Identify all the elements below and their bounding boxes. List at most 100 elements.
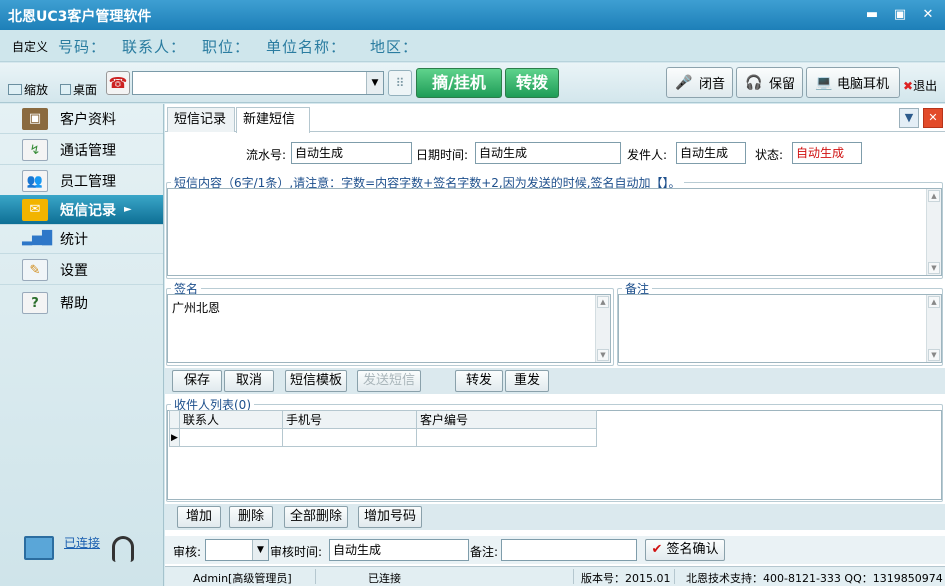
shrink-toggle[interactable]: 缩放 (8, 81, 48, 98)
column-header[interactable]: 客户编号 (416, 410, 597, 429)
keypad-icon[interactable]: ⠿ (388, 70, 412, 96)
sms-template-button[interactable]: 短信模板 (285, 370, 347, 392)
sidebar-item-calls[interactable]: ↯ 通话管理 (0, 135, 163, 165)
scroll-down-icon[interactable]: ▼ (597, 349, 609, 361)
transfer-button[interactable]: 转拨 (505, 68, 559, 98)
status-version: 版本号：2015.01 (581, 572, 671, 585)
company-label: 单位名称： (266, 38, 347, 56)
desktop-toggle[interactable]: 桌面 (60, 81, 97, 98)
exit-button[interactable]: ✖退出 (903, 77, 937, 94)
remark-scrollbar[interactable]: ▲ ▼ (926, 295, 941, 362)
sidebar: ▣ 客户资料 ↯ 通话管理 👥 员工管理 ✉ 短信记录 ► ▂▅█ 统计 ✎ 设… (0, 104, 164, 586)
sidebar-item-statistics[interactable]: ▂▅█ 统计 (0, 224, 163, 254)
sms-content-scrollbar[interactable]: ▲ ▼ (926, 189, 941, 275)
sender-field[interactable]: 自动生成 (676, 142, 746, 164)
delete-all-button[interactable]: 全部删除 (284, 506, 348, 528)
add-recipient-button[interactable]: 增加 (177, 506, 221, 528)
review-time-field[interactable]: 自动生成 (329, 539, 469, 561)
chevron-down-icon[interactable]: ▼ (252, 540, 268, 560)
exit-icon: ✖ (903, 79, 914, 93)
serial-label: 流水号: (246, 148, 287, 162)
close-icon[interactable]: ✕ (919, 6, 937, 24)
checkmark-icon: ✔ (651, 542, 663, 557)
maximize-icon[interactable]: ▣ (891, 6, 909, 24)
toolbar: 缩放 桌面 ☎ ▼ ⠿ 摘/挂机 转拨 🎤 闭音 🎧 保留 💻 电脑耳机 ✖退出 (0, 63, 945, 103)
resend-button[interactable]: 重发 (505, 370, 549, 392)
tab-sms-records[interactable]: 短信记录 (167, 107, 235, 132)
chevron-down-icon[interactable]: ▼ (366, 72, 383, 94)
phone-icon[interactable]: ☎ (106, 71, 130, 95)
mute-button[interactable]: 🎤 闭音 (666, 67, 733, 98)
tab-strip: 短信记录 新建短信 ▼ ✕ (165, 104, 945, 133)
forward-button[interactable]: 转发 (455, 370, 503, 392)
sidebar-item-settings[interactable]: ✎ 设置 (0, 255, 163, 285)
save-button[interactable]: 保存 (172, 370, 222, 392)
add-number-button[interactable]: 增加号码 (358, 506, 422, 528)
sms-content-input[interactable]: ▲ ▼ (167, 188, 942, 276)
dial-number-combo[interactable]: ▼ (132, 71, 384, 95)
shrink-icon (8, 84, 22, 95)
review-remark-field[interactable] (501, 539, 637, 561)
minimize-icon[interactable]: ▬ (863, 6, 881, 24)
signature-input[interactable]: 广州北恩 ▲ ▼ (167, 294, 611, 363)
mute-label: 闭音 (699, 77, 726, 92)
connection-label[interactable]: 已连接 (64, 534, 100, 551)
main-panel: 短信记录 新建短信 ▼ ✕ 流水号: 自动生成 日期时间: 自动生成 发件人: … (165, 104, 945, 566)
status-support: 北恩技术支持：400-8121-333 QQ：1319850974 (686, 572, 943, 585)
delete-recipient-button[interactable]: 删除 (229, 506, 273, 528)
connection-indicator[interactable]: 已连接 (24, 534, 134, 568)
sidebar-item-help[interactable]: ? 帮助 (0, 288, 163, 318)
sidebar-item-label: 帮助 (60, 296, 88, 312)
signature-scrollbar[interactable]: ▲ ▼ (595, 295, 610, 362)
row-pointer-icon: ▶ (169, 428, 180, 447)
window-title: 北恩UC3客户管理软件 (8, 9, 152, 25)
dial-number-value (133, 76, 137, 90)
close-tab-icon[interactable]: ✕ (923, 108, 943, 128)
serial-field[interactable]: 自动生成 (291, 142, 412, 164)
exit-label: 退出 (913, 79, 938, 93)
tab-new-sms[interactable]: 新建短信 (236, 107, 310, 133)
chevron-down-icon[interactable]: ▼ (899, 108, 919, 128)
scroll-up-icon[interactable]: ▲ (597, 296, 609, 308)
review-time-label: 审核时间: (270, 545, 323, 559)
column-header[interactable]: 手机号 (282, 410, 417, 429)
scroll-up-icon[interactable]: ▲ (928, 296, 940, 308)
sidebar-item-label: 员工管理 (60, 173, 116, 190)
table-cell[interactable] (282, 428, 417, 447)
number-label: 号码： (58, 38, 107, 56)
status-label: 状态: (755, 148, 784, 162)
table-cell[interactable] (416, 428, 597, 447)
staff-icon: 👥 (22, 169, 48, 192)
status-divider (674, 569, 675, 584)
sidebar-item-label: 统计 (60, 231, 88, 248)
pc-headset-button[interactable]: 💻 电脑耳机 (806, 67, 900, 98)
status-field[interactable]: 自动生成 (792, 142, 862, 164)
scroll-down-icon[interactable]: ▼ (928, 349, 940, 361)
hold-button[interactable]: 🎧 保留 (736, 67, 803, 98)
help-icon: ? (22, 292, 48, 314)
custom-button[interactable]: 自定义 (12, 38, 48, 55)
chevron-right-icon: ► (124, 204, 132, 215)
datetime-field[interactable]: 自动生成 (475, 142, 621, 164)
table-cell[interactable] (179, 428, 283, 447)
signature-confirm-button[interactable]: ✔ 签名确认 (645, 539, 725, 561)
review-remark-label: 备注: (470, 545, 499, 559)
review-select[interactable]: ▼ (205, 539, 269, 561)
sidebar-item-label: 设置 (60, 262, 88, 279)
remark-input[interactable]: ▲ ▼ (618, 294, 942, 363)
cancel-button[interactable]: 取消 (224, 370, 274, 392)
scroll-down-icon[interactable]: ▼ (928, 262, 940, 274)
pickup-hangup-button[interactable]: 摘/挂机 (416, 68, 502, 98)
signature-confirm-label: 签名确认 (666, 542, 719, 557)
recipients-table: 联系人 手机号 客户编号 ▶ (169, 410, 597, 447)
settings-icon: ✎ (22, 258, 48, 281)
sidebar-item-customers[interactable]: ▣ 客户资料 (0, 104, 163, 134)
table-row[interactable]: ▶ (169, 428, 597, 447)
status-connection: 已连接 (368, 572, 401, 585)
sidebar-item-sms[interactable]: ✉ 短信记录 ► (0, 195, 163, 225)
column-header[interactable]: 联系人 (179, 410, 283, 429)
send-sms-button[interactable]: 发送短信 (357, 370, 421, 392)
sidebar-item-label: 客户资料 (60, 111, 116, 128)
sidebar-item-staff[interactable]: 👥 员工管理 (0, 166, 163, 196)
scroll-up-icon[interactable]: ▲ (928, 190, 940, 202)
